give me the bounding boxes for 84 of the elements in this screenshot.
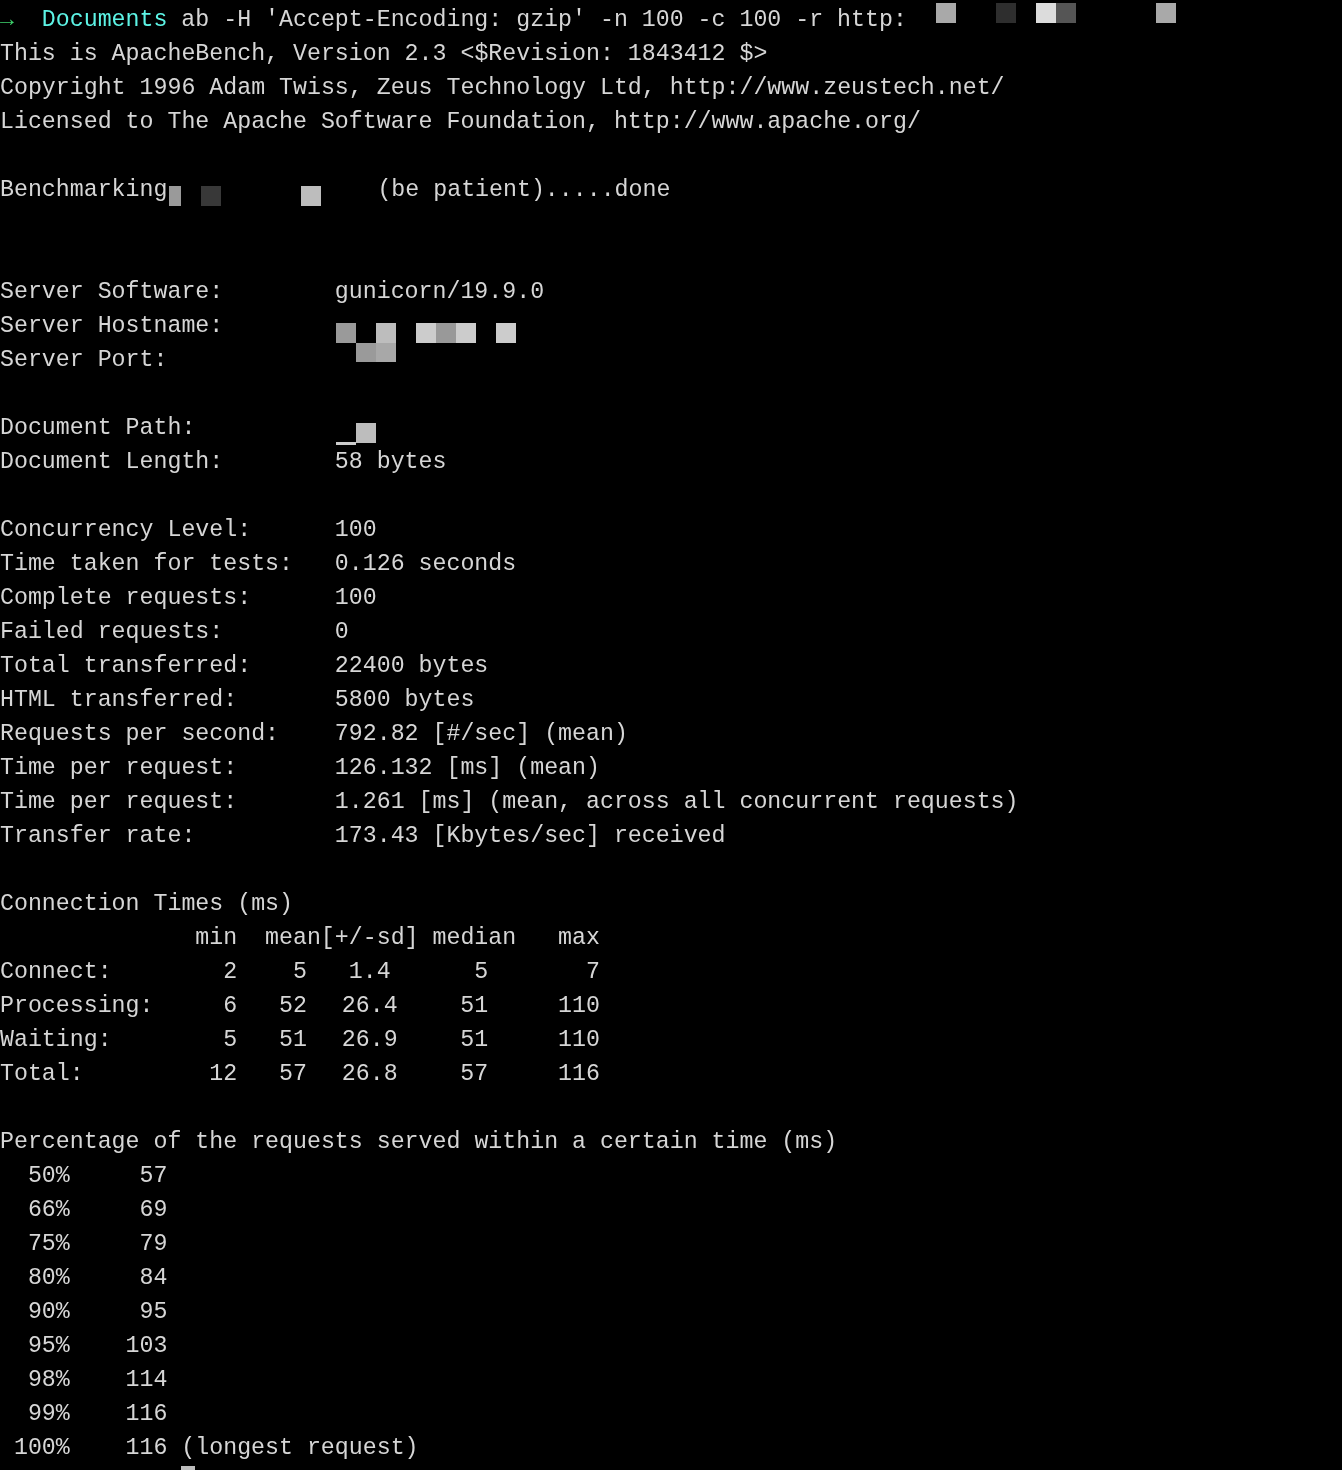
field-value: 100 — [334, 585, 377, 611]
field-value: 126.132 [ms] (mean) — [334, 755, 600, 781]
field-label: Time taken for tests: — [0, 551, 294, 577]
table-cell-text: 110 — [557, 1027, 600, 1053]
field-value: 1.261 [ms] (mean, across all concurrent requests) — [334, 789, 1019, 815]
output-line: This is ApacheBench, Version 2.3 <$Revision: 1843412 $> — [0, 41, 768, 67]
table-cell-text: 5 — [473, 959, 489, 985]
row-label: Waiting: — [0, 1027, 113, 1053]
time-cell-text: 95 — [138, 1299, 168, 1325]
time-cell-text: 116 — [124, 1435, 168, 1461]
column-header: min — [194, 925, 238, 951]
output-line: Licensed to The Apache Software Foundation, http://www.apache.org/ — [0, 109, 921, 135]
field-label: Total transferred: — [0, 653, 253, 679]
percent-cell-text: 66% — [26, 1197, 70, 1223]
section-title: Percentage of the requests served within a certain time (ms) — [0, 1129, 838, 1155]
percent-cell-text: 80% — [26, 1265, 70, 1291]
table-cell-text: 116 — [557, 1061, 600, 1087]
field-label: Time per request: — [0, 755, 239, 781]
field-value: 792.82 [#/sec] (mean) — [334, 721, 628, 747]
field-value: 0 — [334, 619, 349, 645]
field-value: gunicorn/19.9.0 — [334, 279, 545, 305]
percent-cell-text: 99% — [26, 1401, 70, 1427]
field-label: Complete requests: — [0, 585, 253, 611]
field-value: 58 bytes — [334, 449, 447, 475]
column-header: max — [557, 925, 600, 951]
column-header: mean[+/-sd] — [264, 925, 419, 951]
output-line: Benchmarking — [0, 177, 168, 203]
table-cell-text: 1.4 — [347, 959, 392, 985]
field-label: Time per request: — [0, 789, 239, 815]
field-label: Failed requests: — [0, 619, 225, 645]
table-cell-text: 5 — [291, 959, 307, 985]
table-cell-text: 51 — [459, 1027, 489, 1053]
table-cell-text: 51 — [459, 993, 489, 1019]
prompt-arrow: → — [0, 7, 14, 33]
time-cell-text: 116 — [124, 1401, 168, 1427]
table-cell-text: 52 — [278, 993, 307, 1019]
section-title: Connection Times (ms) — [0, 891, 293, 917]
field-value: 100 — [334, 517, 377, 543]
field-value: 22400 bytes — [334, 653, 489, 679]
time-cell-text: 84 — [138, 1265, 168, 1291]
field-value: 0.126 seconds — [334, 551, 517, 577]
table-cell-text: 12 — [208, 1061, 238, 1087]
field-label: Transfer rate: — [0, 823, 197, 849]
percent-cell-text: 75% — [26, 1231, 70, 1257]
time-cell-text: 79 — [138, 1231, 168, 1257]
table-cell-text: 5 — [222, 1027, 238, 1053]
row-label: Total: — [0, 1061, 85, 1087]
field-label: Server Port: — [0, 347, 169, 373]
field-label: Server Hostname: — [0, 313, 225, 339]
command-text: ab -H 'Accept-Encoding: gzip' -n 100 -c 100 -r http: — [181, 7, 907, 33]
table-cell-text: 26.8 — [340, 1061, 399, 1087]
status-text: (be patient).....done — [377, 177, 671, 203]
column-header: median — [431, 925, 517, 951]
table-cell-text: 6 — [222, 993, 238, 1019]
row-label: Processing: — [0, 993, 155, 1019]
time-cell-text: 114 — [124, 1367, 168, 1393]
percent-cell-text: 98% — [26, 1367, 70, 1393]
table-cell-text: 7 — [584, 959, 600, 985]
field-label: Document Length: — [0, 449, 225, 475]
field-value: 5800 bytes — [334, 687, 475, 713]
field-label: Server Software: — [0, 279, 225, 305]
output-line: Copyright 1996 Adam Twiss, Zeus Technology Ltd, http://www.zeustech.net/ — [0, 75, 1005, 101]
note-text: (longest request) — [181, 1435, 419, 1461]
field-label: Requests per second: — [0, 721, 281, 747]
field-value: 173.43 [Kbytes/sec] received — [334, 823, 726, 849]
field-label: Document Path: — [0, 415, 197, 441]
percent-cell-text: 100% — [12, 1435, 70, 1461]
field-label: Concurrency Level: — [0, 517, 253, 543]
table-cell-text: 26.4 — [340, 993, 399, 1019]
table-cell-text: 2 — [222, 959, 238, 985]
percent-cell-text: 90% — [26, 1299, 70, 1325]
time-cell-text: 69 — [138, 1197, 168, 1223]
time-cell-text: 57 — [138, 1163, 168, 1189]
table-cell-text: 51 — [278, 1027, 307, 1053]
percent-cell-text: 50% — [26, 1163, 70, 1189]
table-cell-text: 57 — [278, 1061, 307, 1087]
table-cell-text: 110 — [557, 993, 600, 1019]
directory-name: Documents — [41, 7, 168, 33]
row-label: Connect: — [0, 959, 113, 985]
table-cell-text: 26.9 — [340, 1027, 399, 1053]
time-cell-text: 103 — [124, 1333, 168, 1359]
field-label: HTML transferred: — [0, 687, 239, 713]
table-cell-text: 57 — [459, 1061, 489, 1087]
percent-cell-text: 95% — [26, 1333, 70, 1359]
